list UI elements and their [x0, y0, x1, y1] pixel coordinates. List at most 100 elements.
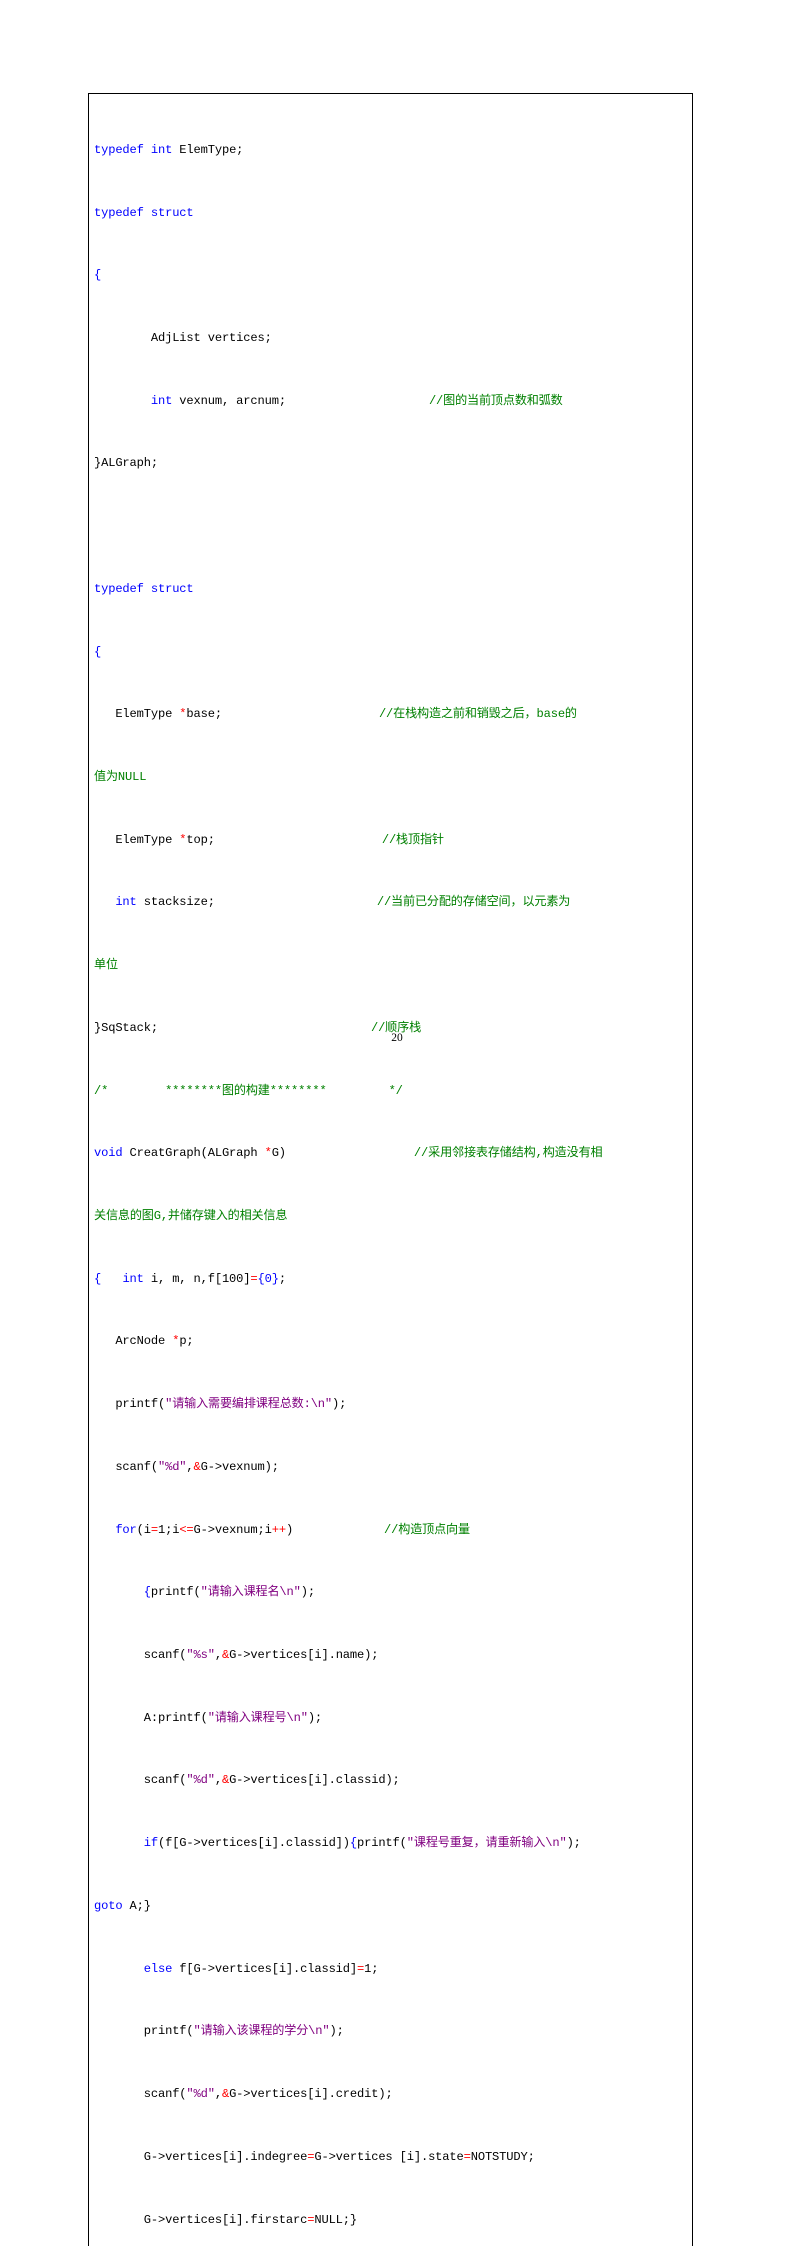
code-text: G->vertices[i].name); [229, 1648, 379, 1663]
code-line-10: ElemType *base;//在栈构造之前和销毁之后，base的 [94, 704, 689, 725]
code-line-19: { int i, m, n,f[100]={0}; [94, 1269, 689, 1290]
keyword-void: void [94, 1146, 123, 1161]
keyword-int: int [150, 142, 173, 157]
code-text: G->vertices[i].indegree [94, 2149, 308, 2164]
code-line-14: 单位 [94, 955, 689, 976]
code-line-30: else f[G->vertices[i].classid]=1; [94, 1959, 689, 1980]
operator-ampersand: & [221, 1648, 230, 1663]
code-line-5: int vexnum, arcnum; //图的当前顶点数和弧数 [94, 391, 689, 412]
code-line-29: goto A;} [94, 1896, 689, 1917]
operator-lte: <= [179, 1522, 194, 1537]
page-number: 20 [391, 1032, 403, 1044]
keyword-typedef: typedef [94, 142, 144, 157]
string-literal: "%d" [186, 2087, 215, 2102]
code-line-9: { [94, 642, 689, 663]
code-line-21: printf("请输入需要编排课程总数:\n"); [94, 1394, 689, 1415]
keyword-int: int [115, 895, 137, 910]
code-line-3: { [94, 265, 689, 286]
string-literal: "请输入该课程的学分\n" [193, 2024, 330, 2039]
operator-star: * [172, 1334, 180, 1349]
operator-increment: ++ [271, 1522, 286, 1537]
code-line-13: int stacksize; //当前已分配的存储空间，以元素为 [94, 892, 689, 913]
code-text: , [214, 2087, 222, 2102]
code-line-28: if(f[G->vertices[i].classid]){printf("课程… [94, 1833, 689, 1854]
comment-unit: 单位 [94, 958, 118, 973]
code-text: f[G->vertices[i].classid] [172, 1961, 357, 1976]
init-brace: {0} [257, 1271, 279, 1286]
operator-assign: = [150, 1522, 158, 1537]
code-text: }ALGraph; [94, 456, 158, 471]
string-literal: "%s" [186, 1648, 215, 1663]
source-code: typedef int ElemType; typedef struct { A… [94, 98, 689, 2246]
code-line-27: scanf("%d",&G->vertices[i].classid); [94, 1770, 689, 1791]
code-text: ElemType; [172, 142, 244, 157]
code-text: G->vexnum); [200, 1459, 279, 1474]
code-line-1: typedef int ElemType; [94, 140, 689, 161]
code-text: scanf( [94, 1773, 187, 1788]
code-line-25: scanf("%s",&G->vertices[i].name); [94, 1645, 689, 1666]
code-text: ); [566, 1836, 581, 1851]
code-text: , [214, 1773, 222, 1788]
code-text: G) [271, 1146, 286, 1161]
code-text: ); [300, 1585, 315, 1600]
code-text: (i [136, 1522, 151, 1537]
code-text: AdjList vertices; [94, 330, 272, 345]
string-literal: "请输入课程名\n" [200, 1585, 301, 1600]
string-literal: "%d" [157, 1459, 187, 1474]
operator-assign: = [307, 2149, 315, 2164]
code-text: (f[G->vertices[i].classid]) [157, 1836, 350, 1851]
code-line-12: ElemType *top;//栈顶指针 [94, 830, 689, 851]
code-text: ArcNode [94, 1334, 173, 1349]
keyword-struct: struct [150, 205, 194, 220]
code-text: A:printf( [94, 1710, 208, 1725]
comment-graph-build-banner: /* ********图的构建******** [94, 1083, 327, 1098]
operator-assign: = [307, 2212, 315, 2227]
comment-vertex-arc-count: //图的当前顶点数和弧数 [428, 393, 563, 408]
code-text: NOTSTUDY; [470, 2149, 535, 2164]
keyword-goto: goto [94, 1898, 123, 1913]
code-line-20: ArcNode *p; [94, 1331, 689, 1352]
code-text: scanf( [94, 1459, 158, 1474]
code-text: ) [285, 1522, 294, 1537]
code-text: G->vertices [i].state [314, 2149, 464, 2164]
operator-assign: = [250, 1271, 258, 1286]
code-line-33: G->vertices[i].indegree=G->vertices [i].… [94, 2147, 689, 2168]
operator-ampersand: & [193, 1459, 201, 1474]
code-text: 1;i [157, 1522, 180, 1537]
string-literal: "请输入需要编排课程总数:\n" [165, 1397, 333, 1412]
operator-assign: = [463, 2149, 471, 2164]
code-line-31: printf("请输入该课程的学分\n"); [94, 2021, 689, 2042]
comment-banner-end: */ [388, 1083, 403, 1098]
code-text: base; [186, 707, 222, 722]
code-line-16: /* ********图的构建******** */ [94, 1081, 689, 1102]
code-line-7-blank [94, 516, 689, 537]
code-text: i, m, n,f[100] [143, 1271, 251, 1286]
code-text: ); [332, 1397, 347, 1412]
keyword-for: for [115, 1522, 137, 1537]
code-text: p; [179, 1334, 194, 1349]
string-literal: "%d" [186, 1773, 215, 1788]
code-line-18: 关信息的图G,并储存键入的相关信息 [94, 1206, 689, 1227]
code-line-24: {printf("请输入课程名\n"); [94, 1582, 689, 1603]
keyword-else: else [143, 1961, 173, 1976]
keyword-if: if [143, 1836, 158, 1851]
code-text: G->vertices[i].firstarc [94, 2212, 308, 2227]
comment-top-pointer: //栈顶指针 [381, 832, 444, 847]
code-text: 1; [364, 1961, 379, 1976]
code-text: G->vexnum;i [193, 1522, 272, 1537]
keyword-typedef: typedef [94, 205, 144, 220]
code-block-container: typedef int ElemType; typedef struct { A… [88, 93, 693, 2246]
comment-graph-info: 关信息的图G,并储存键入的相关信息 [94, 1209, 288, 1224]
comment-null-value: 值为NULL [94, 769, 147, 784]
keyword-int: int [150, 393, 173, 408]
code-text: NULL;} [314, 2212, 358, 2227]
keyword-struct: struct [150, 581, 194, 596]
comment-stacksize: //当前已分配的存储空间，以元素为 [376, 895, 571, 910]
code-text: printf( [357, 1836, 407, 1851]
operator-ampersand: & [221, 2087, 230, 2102]
code-text: printf( [150, 1585, 201, 1600]
comment-build-vertex-vector: //构造顶点向量 [384, 1522, 470, 1537]
